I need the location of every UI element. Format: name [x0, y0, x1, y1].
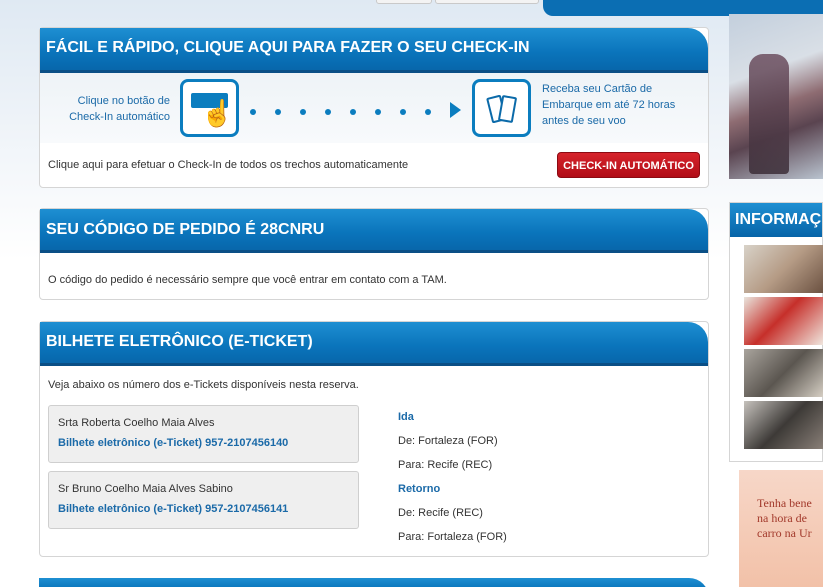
- checkin-step1-text: Clique no botão de Check-In automático: [69, 95, 170, 123]
- passenger-card: Sr Bruno Coelho Maia Alves Sabino Bilhet…: [48, 471, 359, 529]
- eticket-link[interactable]: Bilhete eletrônico (e-Ticket) 957-210745…: [58, 437, 288, 449]
- info-box-title: INFORMAÇ: [730, 203, 822, 237]
- order-code-title: SEU CÓDIGO DE PEDIDO É 28CNRU: [40, 209, 708, 253]
- ad-line: Tenha bene: [757, 496, 812, 510]
- checkin-steps[interactable]: Clique no botão de Check-In automático ☝…: [40, 73, 708, 143]
- checkin-automatic-button[interactable]: CHECK-IN AUTOMÁTICO: [557, 152, 700, 178]
- eticket-title: BILHETE ELETRÔNICO (E-TICKET): [40, 322, 708, 366]
- boarding-pass-icon: [472, 79, 531, 137]
- outbound-from: De: Fortaleza (FOR): [398, 435, 498, 447]
- eticket-link[interactable]: Bilhete eletrônico (e-Ticket) 957-210745…: [58, 503, 288, 515]
- eticket-panel: BILHETE ELETRÔNICO (E-TICKET) Veja abaix…: [39, 321, 709, 557]
- return-from: De: Recife (REC): [398, 507, 483, 519]
- ad-line: carro na Ur: [757, 526, 812, 540]
- outbound-label: Ida: [398, 411, 414, 423]
- return-label: Retorno: [398, 483, 441, 495]
- info-box: INFORMAÇ: [729, 202, 823, 462]
- car-rental-ad[interactable]: Tenha bene na hora de carro na Ur: [739, 470, 823, 587]
- info-thumbnail[interactable]: [744, 349, 823, 397]
- return-to: Para: Fortaleza (FOR): [398, 531, 507, 543]
- promo-photo[interactable]: [729, 14, 823, 179]
- next-panel-stub: [39, 578, 709, 587]
- order-code-panel: SEU CÓDIGO DE PEDIDO É 28CNRU O código d…: [39, 208, 709, 300]
- ad-line: na hora de: [757, 511, 807, 525]
- passenger-card: Srta Roberta Coelho Maia Alves Bilhete e…: [48, 405, 359, 463]
- order-code-note: O código do pedido é necessário sempre q…: [48, 274, 447, 286]
- info-thumbnail[interactable]: [744, 245, 823, 293]
- passenger-name: Srta Roberta Coelho Maia Alves: [58, 417, 215, 429]
- checkin-all-segments-text: Clique aqui para efetuar o Check-In de t…: [48, 159, 409, 171]
- checkin-step2-text: Receba seu Cartão de Embarque em até 72 …: [542, 83, 676, 127]
- info-thumbnail[interactable]: [744, 401, 823, 449]
- progress-dots: [250, 109, 450, 115]
- arrow-right-icon: [450, 102, 461, 118]
- top-button-1[interactable]: [376, 0, 432, 4]
- checkin-panel-title[interactable]: FÁCIL E RÁPIDO, CLIQUE AQUI PARA FAZER O…: [40, 28, 708, 73]
- checkin-panel: FÁCIL E RÁPIDO, CLIQUE AQUI PARA FAZER O…: [39, 27, 709, 188]
- eticket-intro: Veja abaixo os número dos e-Tickets disp…: [48, 379, 359, 391]
- next-panel-header: [39, 578, 709, 587]
- button-press-icon: ☝: [180, 79, 239, 137]
- info-thumbnail[interactable]: [744, 297, 823, 345]
- passenger-name: Sr Bruno Coelho Maia Alves Sabino: [58, 483, 233, 495]
- outbound-to: Para: Recife (REC): [398, 459, 493, 471]
- top-button-2[interactable]: [435, 0, 539, 4]
